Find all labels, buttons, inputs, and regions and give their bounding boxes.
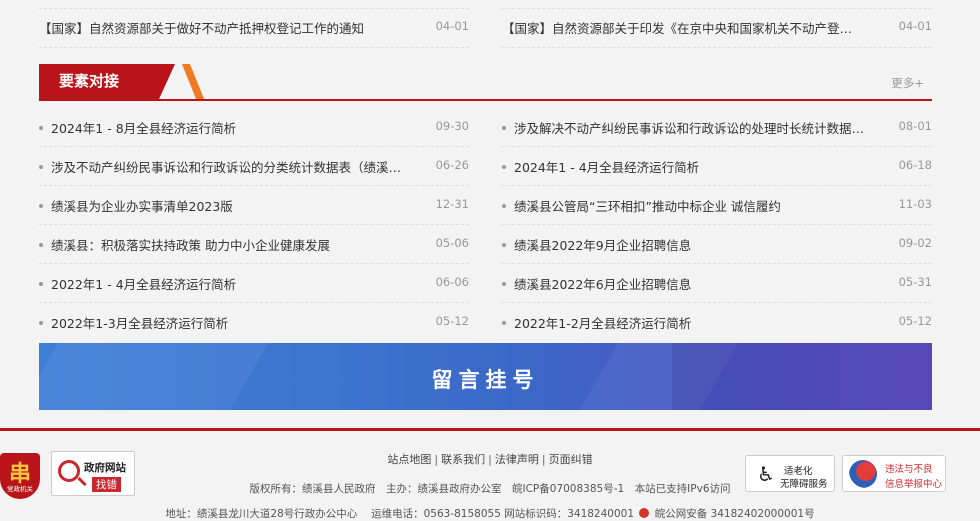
footer-link-legal[interactable]: 法律声明 (495, 453, 539, 466)
bullet-icon (39, 282, 43, 286)
illegal-info-report-badge[interactable]: 违法与不良 信息举报中心 (842, 455, 946, 492)
list-item[interactable]: 绩溪县2022年9月企业招聘信息 09-02 (502, 225, 932, 264)
badge-line2: 信息举报中心 (885, 479, 943, 490)
news-title[interactable]: 2024年1 - 4月全县经济运行简析 (514, 157, 869, 176)
top-news-left: 【国家】自然资源部关于做好不动产抵押权登记工作的通知 04-01 (39, 8, 469, 47)
section-accent-stripe (181, 64, 205, 99)
bullet-icon (502, 126, 506, 130)
top-news-right: 【国家】自然资源部关于印发《在京中央和国家机关不动产登记办法… 04-01 (502, 8, 932, 47)
news-date: 08-01 (898, 119, 932, 133)
report-center-icon (849, 460, 877, 488)
more-link[interactable]: 更多+ (891, 75, 924, 91)
news-date: 06-18 (898, 158, 932, 172)
list-item[interactable]: 绩溪县公管局“三环相扣”推动中标企业 诚信履约 11-03 (502, 186, 932, 225)
bullet-icon (502, 165, 506, 169)
news-title[interactable]: 绩溪县为企业办实事清单2023版 (51, 196, 406, 215)
news-date: 05-06 (435, 236, 469, 250)
list-item[interactable]: 2024年1 - 4月全县经济运行简析 06-18 (502, 147, 932, 186)
top-divider-right-bottom (502, 47, 932, 48)
badge-line2: 无障碍服务 (780, 479, 828, 490)
list-item[interactable]: 涉及解决不动产纠纷民事诉讼和行政诉讼的处理时长统计数据表（绩… 08-01 (502, 108, 932, 147)
site-footer: 串 党政机关 政府网站 找错 站点地图 | 联系我们 | 法律声明 | 页面纠错 版权所有：… (0, 428, 980, 521)
wheelchair-icon: ♿ (757, 462, 775, 486)
list-item[interactable]: 【国家】自然资源部关于印发《在京中央和国家机关不动产登记办法… 04-01 (502, 8, 932, 47)
bullet-icon (39, 204, 43, 208)
message-banner[interactable]: 留言挂号 (39, 343, 932, 410)
news-date: 05-31 (898, 275, 932, 289)
section-header: 要素对接 更多+ (39, 64, 932, 101)
news-title[interactable]: 2022年1 - 4月全县经济运行简析 (51, 274, 406, 293)
news-date: 04-01 (435, 19, 469, 33)
bullet-icon (502, 204, 506, 208)
list-item[interactable]: 绩溪县为企业办实事清单2023版 12-31 (39, 186, 469, 225)
news-date: 06-06 (435, 275, 469, 289)
list-item[interactable]: 2024年1 - 8月全县经济运行简析 09-30 (39, 108, 469, 147)
list-item[interactable]: 涉及不动产纠纷民事诉讼和行政诉讼的分类统计数据表（绩溪县） 06-26 (39, 147, 469, 186)
news-date: 05-12 (898, 314, 932, 328)
news-date: 09-30 (435, 119, 469, 133)
news-title[interactable]: 绩溪县：积极落实扶持政策 助力中小企业健康发展 (51, 235, 406, 254)
news-title[interactable]: 【国家】自然资源部关于做好不动产抵押权登记工作的通知 (39, 18, 394, 37)
footer-link-sitemap[interactable]: 站点地图 (387, 453, 431, 466)
news-date: 05-12 (435, 314, 469, 328)
bullet-icon (502, 282, 506, 286)
news-date: 12-31 (435, 197, 469, 211)
news-title[interactable]: 【国家】自然资源部关于印发《在京中央和国家机关不动产登记办法… (502, 18, 857, 37)
list-item[interactable]: 绩溪县：积极落实扶持政策 助力中小企业健康发展 05-06 (39, 225, 469, 264)
badge-line1: 违法与不良 (885, 464, 933, 475)
bullet-icon (502, 321, 506, 325)
news-title[interactable]: 绩溪县公管局“三环相扣”推动中标企业 诚信履约 (514, 196, 869, 215)
news-title[interactable]: 2022年1-2月全县经济运行简析 (514, 313, 869, 332)
news-date: 06-26 (435, 158, 469, 172)
bullet-icon (39, 126, 43, 130)
news-list-right: 涉及解决不动产纠纷民事诉讼和行政诉讼的处理时长统计数据表（绩… 08-01 202… (502, 108, 932, 342)
news-date: 04-01 (898, 19, 932, 33)
news-title[interactable]: 绩溪县2022年6月企业招聘信息 (514, 274, 869, 293)
footer-link-contact[interactable]: 联系我们 (441, 453, 485, 466)
news-title[interactable]: 涉及解决不动产纠纷民事诉讼和行政诉讼的处理时长统计数据表（绩… (514, 118, 869, 137)
news-list-left: 2024年1 - 8月全县经济运行简析 09-30 涉及不动产纠纷民事诉讼和行政诉… (39, 108, 469, 342)
footer-address: 地址：绩溪县龙川大道28号行政办公中心 运维电话：0563-8158055 网站… (165, 508, 635, 520)
footer-address-line: 地址：绩溪县龙川大道28号行政办公中心 运维电话：0563-8158055 网站… (0, 506, 980, 521)
top-divider-left-bottom (39, 47, 469, 48)
list-item[interactable]: 2022年1-2月全县经济运行简析 05-12 (502, 303, 932, 342)
accessibility-service-badge[interactable]: ♿ 适老化 无障碍服务 (745, 455, 835, 492)
bullet-icon (39, 165, 43, 169)
badge-line1: 适老化 (784, 466, 813, 477)
list-item[interactable]: 绩溪县2022年6月企业招聘信息 05-31 (502, 264, 932, 303)
section-title: 要素对接 (39, 64, 175, 99)
news-title[interactable]: 2024年1 - 8月全县经济运行简析 (51, 118, 406, 137)
list-item[interactable]: 2022年1-3月全县经济运行简析 05-12 (39, 303, 469, 342)
bullet-icon (502, 243, 506, 247)
list-item[interactable]: 【国家】自然资源部关于做好不动产抵押权登记工作的通知 04-01 (39, 8, 469, 47)
bullet-icon (39, 321, 43, 325)
banner-title: 留言挂号 (431, 368, 540, 392)
bullet-icon (39, 243, 43, 247)
news-date: 11-03 (898, 197, 932, 211)
list-item[interactable]: 2022年1 - 4月全县经济运行简析 06-06 (39, 264, 469, 303)
news-title[interactable]: 涉及不动产纠纷民事诉讼和行政诉讼的分类统计数据表（绩溪县） (51, 157, 406, 176)
news-date: 09-02 (898, 236, 932, 250)
police-badge-icon (639, 508, 650, 518)
news-title[interactable]: 2022年1-3月全县经济运行简析 (51, 313, 406, 332)
footer-link-report-error[interactable]: 页面纠错 (549, 453, 593, 466)
news-title[interactable]: 绩溪县2022年9月企业招聘信息 (514, 235, 869, 254)
footer-police-record[interactable]: 皖公网安备 34182402000001号 (655, 508, 815, 520)
